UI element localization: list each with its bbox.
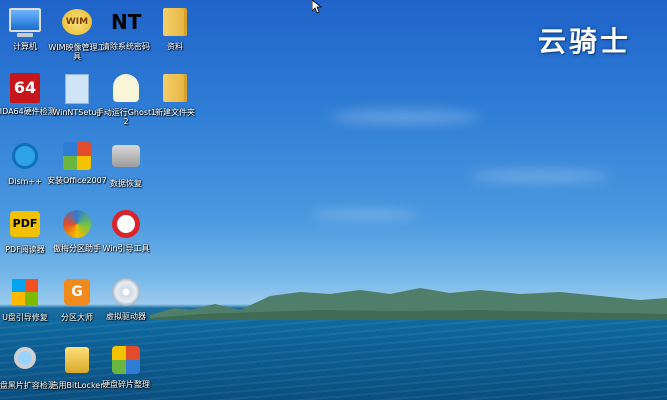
pdf-reader-icon: PDF: [9, 211, 41, 243]
icon-label: Win引导工具: [102, 244, 150, 253]
desktop-background: 云骑士 计算机 64 AIDA64硬件检测 Dism++ PDF PDF阅读器 …: [0, 0, 667, 400]
usb-boot-repair-icon: [9, 279, 41, 311]
boot-repair-icon: [110, 210, 142, 242]
desktop-icon-folder-ziliao[interactable]: 资料: [144, 6, 206, 51]
aida64-icon: 64: [9, 73, 41, 105]
usb-capacity-check-icon: [9, 347, 41, 379]
bitlocker-icon: [61, 347, 93, 379]
desktop-icon-new-folder[interactable]: 新建文件夹: [144, 72, 206, 117]
ntpwedit-icon: NT: [111, 10, 142, 34]
icon-label: 虚拟驱动器: [106, 312, 146, 321]
desktop-icon-virtual-drive[interactable]: 虚拟驱动器: [95, 276, 157, 321]
data-recovery-icon: [110, 145, 142, 177]
virtual-drive-icon: [110, 278, 142, 310]
wim-tool-icon: WIM: [61, 9, 93, 41]
folder-icon: [159, 74, 191, 106]
icon-label: 数据恢复: [110, 179, 142, 188]
cloud-decoration: [310, 210, 420, 220]
desktop-icon-defrag[interactable]: 硬盘碎片整理: [95, 344, 157, 389]
winntsetup-icon: [61, 74, 93, 106]
cloud-decoration: [470, 170, 610, 182]
partition-assistant-icon: [61, 210, 93, 242]
desktop-icon-data-recovery[interactable]: 数据恢复: [95, 140, 157, 188]
office-icon: [61, 142, 93, 174]
icon-label: 新建文件夹: [155, 108, 195, 117]
dism-icon: [9, 143, 41, 175]
defrag-icon: [110, 346, 142, 378]
icon-label: 资料: [167, 42, 183, 51]
icon-label: 硬盘碎片整理: [102, 380, 150, 389]
brand-watermark: 云骑士: [537, 25, 631, 58]
desktop-icon-boot-repair[interactable]: Win引导工具: [95, 208, 157, 253]
partition-master-icon: G: [61, 279, 93, 311]
mouse-cursor-icon: [312, 0, 322, 14]
computer-icon: [9, 8, 41, 40]
cloud-decoration: [330, 110, 480, 124]
ghost-icon: [110, 74, 142, 106]
folder-icon: [159, 8, 191, 40]
